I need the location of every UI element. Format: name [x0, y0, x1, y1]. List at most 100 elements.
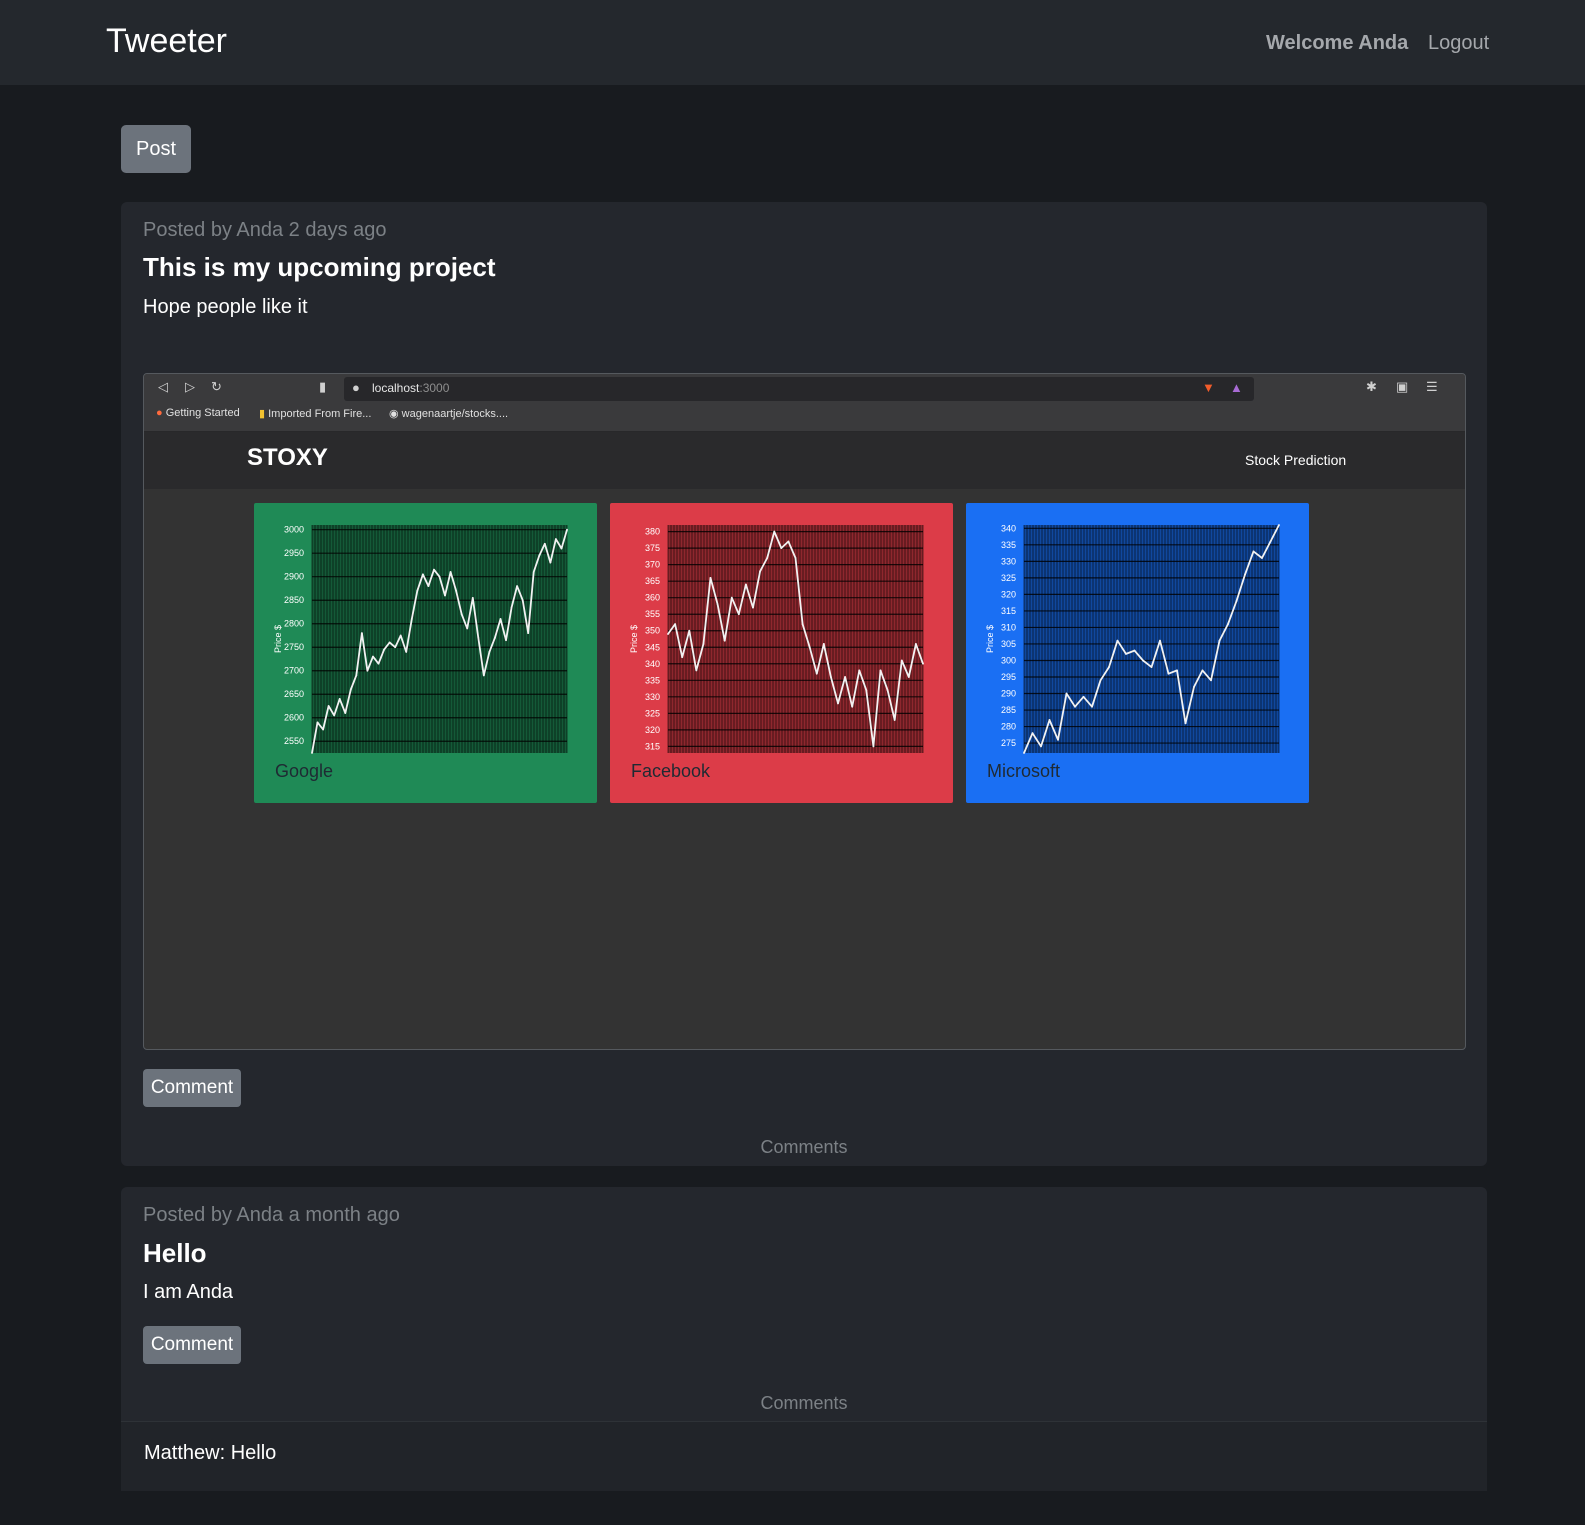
brand-logo[interactable]: Tweeter	[106, 22, 227, 61]
url-text: localhost:3000	[372, 381, 450, 395]
y-tick-label: 330	[1001, 556, 1016, 566]
y-tick-label: 330	[645, 692, 660, 702]
y-tick-label: 305	[1001, 639, 1016, 649]
logout-link[interactable]: Logout	[1428, 32, 1489, 55]
y-tick-label: 315	[645, 741, 660, 751]
data-point	[695, 669, 698, 672]
y-tick-label: 335	[645, 675, 660, 685]
y-tick-label: 375	[645, 543, 660, 553]
browser-toolbar: ◁ ▷ ↻ ▮ ● localhost:3000 ▼ ▲ ✱ ▣ ☰ ● Get…	[144, 374, 1465, 432]
data-point	[360, 632, 363, 635]
comment-button[interactable]: Comment	[143, 1326, 241, 1364]
data-point	[410, 618, 413, 620]
data-point	[1167, 672, 1170, 675]
data-point	[1193, 686, 1195, 688]
app-brand: STOXY	[247, 444, 328, 471]
data-point	[421, 573, 424, 576]
data-point	[1091, 705, 1093, 708]
wallet-icon: ▣	[1396, 379, 1409, 394]
bookmark-icon: ▮	[319, 379, 327, 394]
data-point	[872, 745, 875, 748]
top-navbar: Tweeter Welcome Anda Logout	[0, 0, 1585, 85]
data-point	[416, 589, 419, 592]
post-body: Hope people like it	[143, 296, 308, 318]
data-point	[555, 538, 557, 541]
data-point	[674, 623, 676, 626]
data-point	[1261, 557, 1263, 559]
data-point	[538, 554, 541, 557]
data-point	[444, 594, 446, 597]
welcome-text: Welcome Anda	[1266, 32, 1409, 54]
post-meta: Posted by Anda 2 days ago	[143, 219, 387, 241]
comment-button[interactable]: Comment	[143, 1069, 241, 1107]
forward-icon: ▷	[185, 379, 195, 394]
data-point	[907, 676, 910, 678]
data-point	[893, 719, 896, 721]
data-point	[1142, 659, 1144, 662]
data-point	[1278, 524, 1280, 526]
data-point	[787, 540, 790, 543]
data-point	[560, 547, 563, 550]
data-point	[510, 606, 513, 609]
data-point	[801, 623, 804, 626]
y-tick-label: 290	[1001, 689, 1016, 699]
data-point	[844, 676, 846, 678]
reload-icon: ↻	[211, 379, 222, 394]
data-point	[858, 669, 861, 672]
data-point	[549, 561, 552, 564]
info-icon: ●	[352, 380, 360, 395]
data-point	[433, 568, 435, 571]
data-point	[372, 655, 374, 658]
data-point	[886, 689, 889, 692]
data-point	[394, 646, 397, 649]
y-tick-label: 380	[645, 527, 660, 537]
data-point	[466, 627, 469, 630]
y-tick-label: 350	[645, 626, 660, 636]
data-point	[471, 596, 474, 599]
data-point	[1133, 649, 1136, 652]
data-point	[794, 557, 797, 559]
data-point	[455, 589, 458, 592]
brave-shield-icon: ▼	[1202, 380, 1215, 395]
stock-chart: 3000 2950 2900 2850 2800 2750 2700 2650 2600 2550…	[273, 525, 568, 754]
data-point	[922, 662, 924, 665]
data-point	[333, 714, 336, 717]
bookmark-github: ◉ wagenaartje/stocks....	[389, 408, 509, 420]
data-point	[900, 659, 903, 662]
y-tick-label: 295	[1001, 672, 1016, 682]
data-point	[1048, 719, 1051, 721]
plot-area	[312, 525, 567, 753]
post-button[interactable]: Post	[121, 125, 191, 173]
data-point	[388, 641, 391, 644]
app-nav-link: Stock Prediction	[1245, 452, 1347, 468]
data-point	[709, 576, 712, 579]
data-point	[355, 674, 358, 677]
data-point	[808, 646, 811, 649]
data-point	[1082, 695, 1085, 698]
data-point	[405, 651, 408, 653]
comment-item: Matthew: Hello	[121, 1421, 1487, 1491]
data-point	[344, 712, 347, 714]
post-card: Posted by Anda 2 days ago This is my upc…	[121, 202, 1487, 1166]
y-tick-label: 335	[1001, 540, 1016, 550]
stock-card-label: Facebook	[631, 761, 711, 781]
data-point	[427, 585, 430, 588]
data-point	[1159, 639, 1161, 642]
back-icon: ◁	[158, 379, 168, 394]
y-tick-label: 310	[1001, 622, 1016, 632]
y-tick-label: 315	[1001, 606, 1016, 616]
data-point	[766, 557, 769, 559]
data-point	[915, 643, 917, 645]
data-point	[438, 575, 441, 578]
data-point	[1201, 669, 1204, 672]
bookmark-item: ● Getting Started	[156, 407, 240, 419]
data-point	[1116, 639, 1119, 642]
post-title: Hello	[143, 1238, 207, 1268]
data-point	[1252, 550, 1255, 553]
y-tick-label: 345	[645, 642, 660, 652]
data-point	[349, 688, 352, 691]
data-point	[1099, 679, 1102, 682]
y-tick-label: 2950	[284, 548, 304, 558]
y-axis-label: Price $	[273, 625, 283, 653]
y-tick-label: 280	[1001, 722, 1016, 732]
